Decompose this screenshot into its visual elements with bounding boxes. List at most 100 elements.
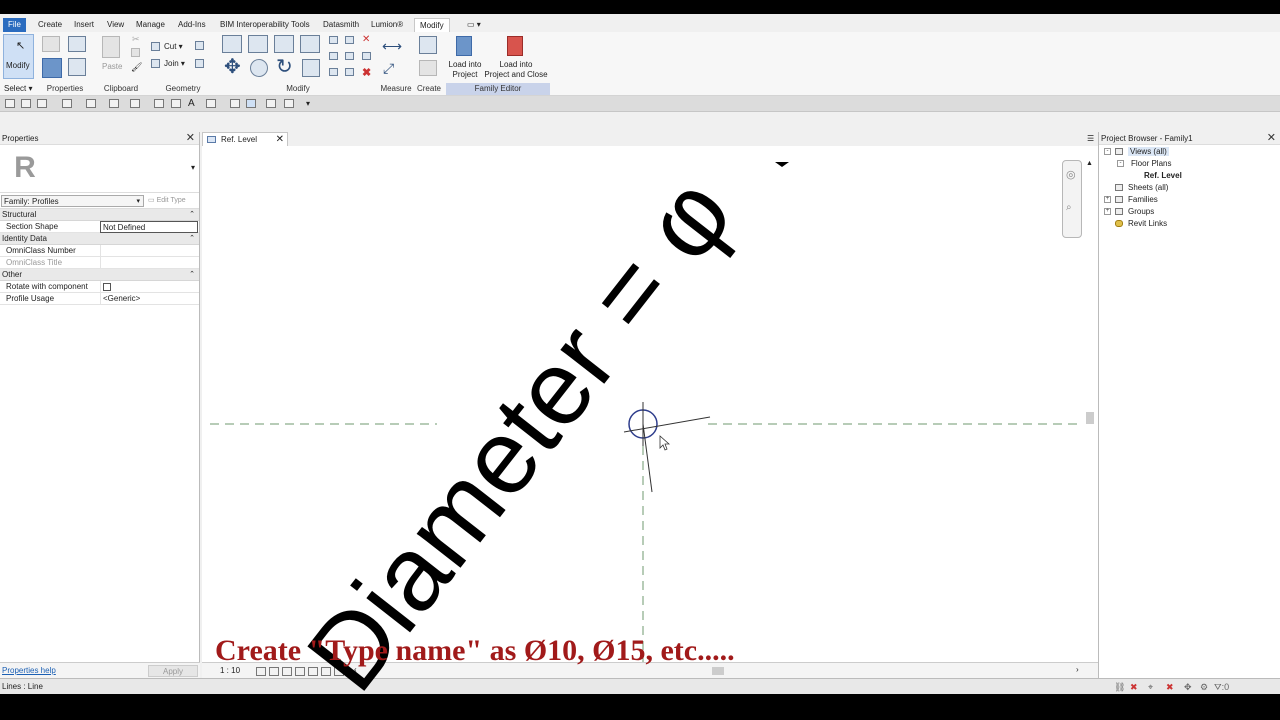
delete-icon[interactable]: ✖ (362, 66, 371, 79)
create-group-icon[interactable] (419, 60, 437, 76)
close-hidden-icon[interactable] (266, 99, 276, 108)
background-process-icon[interactable]: ⚙ (1200, 682, 1208, 693)
properties-icon[interactable] (42, 58, 62, 78)
group-other[interactable]: Other ⌃ (0, 269, 199, 281)
scale-icon[interactable] (345, 52, 354, 60)
modify-tool-button[interactable]: ↖ Modify (3, 34, 34, 79)
measure-qat-icon[interactable] (130, 99, 140, 108)
tree-node-revit-links[interactable]: Revit Links (1128, 219, 1167, 228)
trim-extend-icon[interactable] (302, 59, 320, 77)
type-properties-icon[interactable] (68, 36, 86, 52)
cut-geometry-button[interactable]: Cut ▾ (164, 42, 183, 51)
panel-label-measure[interactable]: Measure (378, 83, 414, 95)
dimension-icon[interactable]: ⤢ (383, 60, 394, 77)
panel-label-properties[interactable]: Properties (40, 83, 90, 95)
tab-overflow[interactable]: ▭ ▾ (462, 18, 486, 32)
sketch-line-vertical[interactable] (642, 423, 653, 493)
properties-help-link[interactable]: Properties help (2, 666, 56, 675)
tree-node-groups[interactable]: Groups (1128, 207, 1154, 216)
panel-label-family-editor[interactable]: Family Editor (446, 83, 550, 95)
pin-icon[interactable] (362, 52, 371, 60)
match-properties-icon[interactable]: 🖌 (131, 62, 142, 73)
open-icon[interactable] (5, 99, 15, 108)
tab-insert[interactable]: Insert (69, 18, 99, 32)
tab-add-ins[interactable]: Add-Ins (173, 18, 211, 32)
select-by-face-icon[interactable]: ✖ (1166, 682, 1174, 693)
select-pinned-icon[interactable]: ⌖ (1148, 682, 1153, 693)
collapse-toggle-icon[interactable]: - (1117, 160, 1124, 167)
rotate-with-component-checkbox[interactable] (103, 283, 111, 291)
offset-icon[interactable] (248, 35, 268, 53)
project-browser-close-icon[interactable]: ✕ (1267, 132, 1276, 145)
visual-style-icon[interactable] (269, 667, 279, 676)
join-geometry-button[interactable]: Join ▾ (164, 59, 185, 68)
profile-usage-value[interactable]: <Generic> (100, 293, 198, 305)
switch-windows-icon[interactable] (284, 99, 294, 108)
zoom-icon[interactable]: ⌕ (1066, 202, 1072, 213)
trim-multiple-icon[interactable] (345, 68, 354, 76)
panel-label-modify[interactable]: Modify (270, 83, 326, 95)
shadows-icon[interactable] (295, 667, 305, 676)
view-tab-ref-level[interactable]: Ref. Level ✕ (202, 132, 288, 146)
panel-label-geometry[interactable]: Geometry (156, 83, 210, 95)
tree-node-families[interactable]: Families (1128, 195, 1158, 204)
detail-level-icon[interactable] (256, 667, 266, 676)
steering-wheel-icon[interactable]: ◎ (1066, 168, 1076, 181)
load-into-project-close-icon[interactable] (507, 36, 523, 56)
trim-single-icon[interactable] (329, 68, 338, 76)
align-icon[interactable] (222, 35, 242, 53)
split-face-icon[interactable] (195, 59, 204, 68)
vertical-scroll-thumb[interactable] (1086, 412, 1094, 424)
tree-node-views-all[interactable]: Views (all) (1128, 147, 1169, 156)
expand-toggle-icon[interactable]: + (1104, 208, 1111, 215)
tab-datasmith[interactable]: Datasmith (318, 18, 364, 32)
select-dropdown[interactable]: Select ▾ (4, 84, 32, 93)
type-selector-dropdown-icon[interactable]: ▾ (191, 163, 195, 172)
qat-customize-dropdown-icon[interactable]: ▾ (306, 99, 310, 108)
unpin-icon[interactable]: ✕ (362, 34, 370, 45)
select-underlay-icon[interactable]: ✖ (1130, 682, 1138, 693)
group-identity-data[interactable]: Identity Data ⌃ (0, 233, 199, 245)
split-element-icon[interactable] (329, 36, 338, 44)
group-structural[interactable]: Structural ⌃ (0, 209, 199, 221)
drag-on-selection-icon[interactable]: ✥ (1184, 682, 1192, 693)
text-tool-icon[interactable]: A (188, 98, 195, 109)
edit-type-button[interactable]: ▭ Edit Type (148, 195, 186, 207)
tab-create[interactable]: Create (33, 18, 67, 32)
array-icon[interactable] (329, 52, 338, 60)
sync-icon[interactable] (37, 99, 47, 108)
mirror-draw-icon[interactable] (300, 35, 320, 53)
properties-close-icon[interactable]: ✕ (186, 132, 195, 145)
collapse-toggle-icon[interactable]: - (1104, 148, 1111, 155)
tree-node-sheets-all[interactable]: Sheets (all) (1128, 183, 1168, 192)
sun-path-icon[interactable] (282, 667, 292, 676)
print-icon[interactable] (109, 99, 119, 108)
expand-toggle-icon[interactable]: + (1104, 196, 1111, 203)
vertical-scrollbar[interactable]: ▲ ▼ (1085, 160, 1095, 674)
scroll-right-icon[interactable]: › (1076, 665, 1079, 674)
aligned-dimension-icon[interactable] (154, 99, 164, 108)
tree-node-ref-level[interactable]: Ref. Level (1144, 171, 1182, 180)
omniclass-number-value[interactable] (100, 245, 198, 257)
tab-manage[interactable]: Manage (131, 18, 170, 32)
rotate-icon[interactable]: ↻ (276, 54, 293, 79)
load-into-project-icon[interactable] (456, 36, 472, 56)
tab-bim-interoperability-tools[interactable]: BIM Interoperability Tools (215, 18, 315, 32)
tab-lumion[interactable]: Lumion® (366, 18, 408, 32)
panel-label-clipboard[interactable]: Clipboard (96, 83, 146, 95)
undo-icon[interactable] (62, 99, 72, 108)
mirror-axis-icon[interactable] (274, 35, 294, 53)
tab-modify[interactable]: Modify (414, 18, 450, 32)
filter-icon[interactable]: ⛛:0 (1214, 682, 1229, 693)
view-tabs-dropdown-icon[interactable]: ☰ (1087, 134, 1094, 143)
split-gap-icon[interactable] (345, 36, 354, 44)
cut-clip-icon[interactable]: ✂ (132, 34, 140, 45)
apply-button[interactable]: Apply (148, 665, 198, 677)
panel-label-create[interactable]: Create (415, 83, 443, 95)
select-links-icon[interactable]: ⛓ (1114, 682, 1125, 693)
tag-icon[interactable] (171, 99, 181, 108)
move-icon[interactable]: ✥ (224, 54, 241, 79)
measure-icon[interactable]: ⟷ (382, 38, 402, 55)
tree-node-floor-plans[interactable]: Floor Plans (1131, 159, 1171, 168)
load-into-project-button[interactable]: Load into Project (448, 60, 482, 80)
